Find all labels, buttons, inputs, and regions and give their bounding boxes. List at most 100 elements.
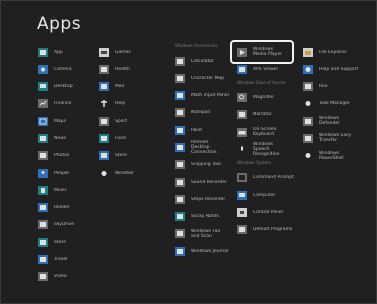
app-tile[interactable]: Run [303, 80, 363, 94]
app-label: Math Input Panel [191, 93, 229, 99]
character-map-tile-icon [175, 73, 185, 83]
app-tile[interactable]: Games [99, 45, 149, 59]
app-label: Food [115, 135, 126, 141]
app-tile[interactable]: Windows Journal [175, 244, 231, 258]
app-label: Mail [115, 84, 125, 90]
app-tile-icon [38, 47, 48, 57]
app-tile[interactable]: Sticky Notes [175, 210, 231, 224]
app-tile[interactable]: Snipping Tool [175, 158, 231, 172]
app-label: Travel [54, 257, 68, 263]
easy-transfer-tile-icon [303, 133, 313, 143]
app-label: Weather [115, 170, 134, 176]
apps-screen: Apps App Camera Desktop Finance Maps New… [0, 0, 377, 304]
apps-column-3: Windows Accessories Calculator Character… [175, 41, 231, 262]
app-tile[interactable]: Steps Recorder [175, 192, 231, 206]
app-tile[interactable]: Music [38, 183, 88, 197]
app-label: Finance [54, 101, 72, 107]
app-label: Calculator [191, 58, 214, 64]
computer-tile-icon [237, 190, 247, 200]
app-tile[interactable]: People [38, 166, 88, 180]
app-tile[interactable]: Calculator [175, 54, 231, 68]
app-tile[interactable]: Windows Defender [303, 114, 363, 128]
app-tile[interactable]: XPS Viewer [237, 62, 295, 76]
games-tile-icon [99, 47, 109, 57]
app-tile[interactable]: Desktop [38, 80, 88, 94]
remote-desktop-tile-icon [175, 142, 185, 152]
travel-tile-icon [38, 255, 48, 265]
default-programs-tile-icon [237, 225, 247, 235]
app-tile[interactable]: Task Manager [303, 97, 363, 111]
app-tile[interactable]: Narrator [237, 108, 295, 122]
app-tile[interactable]: Control Panel [237, 205, 295, 219]
app-tile[interactable]: Video [38, 270, 88, 284]
app-label: Video [54, 274, 67, 280]
app-tile[interactable]: Help and Support [303, 62, 363, 76]
defender-tile-icon [303, 116, 313, 126]
app-tile[interactable]: Camera [38, 62, 88, 76]
app-tile[interactable]: Default Programs [237, 223, 295, 237]
app-tile[interactable]: Paint [175, 123, 231, 137]
app-tile[interactable]: Windows Fax and Scan [175, 227, 231, 241]
app-label: Command Prompt [253, 175, 294, 181]
group-header: Windows Accessories [175, 43, 218, 48]
music-tile-icon [38, 185, 48, 195]
app-tile[interactable]: Finance [38, 97, 88, 111]
app-tile[interactable]: Food [99, 131, 149, 145]
app-label: Help and Support [319, 66, 359, 72]
app-label: Camera [54, 66, 72, 72]
app-tile[interactable]: Windows Easy Transfer [303, 131, 363, 145]
app-tile[interactable]: Character Map [175, 71, 231, 85]
app-tile[interactable]: App [38, 45, 88, 59]
app-tile[interactable]: SkyDrive [38, 218, 88, 232]
app-label: Magnifier [253, 95, 275, 101]
page-title: Apps [37, 14, 82, 34]
app-tile[interactable]: Health [99, 62, 149, 76]
skydrive-tile-icon [38, 220, 48, 230]
app-tile[interactable]: Store [99, 149, 149, 163]
app-tile[interactable]: Photos [38, 149, 88, 163]
app-label: Store [115, 153, 127, 159]
app-tile[interactable]: Magnifier [237, 91, 295, 105]
app-label: Paint [191, 127, 203, 133]
app-tile[interactable]: File Explorer [303, 45, 363, 59]
apps-column-5: File Explorer Help and Support Run Task … [303, 45, 363, 166]
app-tile[interactable]: Reader [38, 201, 88, 215]
app-tile[interactable]: Travel [38, 253, 88, 267]
app-tile[interactable]: Remote Desktop Connection [175, 140, 231, 155]
paint-tile-icon [175, 125, 185, 135]
snipping-tool-tile-icon [175, 160, 185, 170]
app-tile[interactable]: Math Input Panel [175, 89, 231, 103]
camera-tile-icon [38, 64, 48, 74]
finance-tile-icon [38, 99, 48, 109]
app-tile[interactable]: Notepad [175, 106, 231, 120]
app-tile[interactable]: Store [38, 235, 88, 249]
app-tile[interactable]: On-Screen Keyboard [237, 125, 295, 139]
app-tile[interactable]: Windows PowerShell [303, 149, 363, 163]
health-tile-icon [99, 64, 109, 74]
maps-tile-icon [38, 116, 48, 126]
app-tile[interactable]: Command Prompt [237, 171, 295, 185]
run-tile-icon [303, 82, 313, 92]
app-label: Windows Fax and Scan [191, 228, 221, 239]
app-label: Sport [115, 118, 128, 124]
group-header: Windows Ease of Access [237, 79, 286, 85]
app-label: File Explorer [319, 49, 347, 55]
app-tile[interactable]: Mail [99, 80, 149, 94]
app-tile[interactable]: Weather [99, 166, 149, 180]
group-header: Windows System [237, 159, 272, 165]
app-tile[interactable]: Sound Recorder [175, 175, 231, 189]
app-label: Help [115, 101, 126, 107]
journal-tile-icon [175, 246, 185, 256]
app-label: Default Programs [253, 227, 293, 233]
app-tile[interactable]: Maps [38, 114, 88, 128]
keyboard-tile-icon [237, 127, 247, 137]
store-tile-icon [38, 237, 48, 247]
news-tile-icon [38, 133, 48, 143]
app-tile[interactable]: Help [99, 97, 149, 111]
app-label: XPS Viewer [253, 66, 279, 72]
app-tile[interactable]: Sport [99, 114, 149, 128]
app-tile[interactable]: Windows Speech Recognition [237, 142, 295, 157]
video-tile-icon [38, 272, 48, 282]
app-tile[interactable]: News [38, 131, 88, 145]
app-tile[interactable]: Computer [237, 188, 295, 202]
